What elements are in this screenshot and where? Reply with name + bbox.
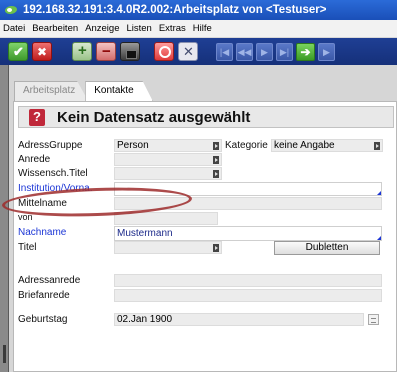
first-record-icon[interactable]: |◀	[216, 42, 233, 61]
dubletten-button[interactable]: Dubletten	[274, 241, 380, 255]
splitter-handle[interactable]	[3, 345, 6, 363]
label-geburtstag: Geburtstag	[18, 314, 68, 325]
adressgruppe-value: Person	[117, 140, 149, 151]
dropdown-arrow-icon	[213, 170, 219, 178]
window-title: 192.168.32.191:3.4.0R2.002:Arbeitsplatz …	[23, 4, 327, 16]
kategorie-select[interactable]: keine Angabe	[271, 139, 383, 152]
label-institution: Institution/Vorna.	[18, 183, 93, 194]
tab-arbeitsplatz[interactable]: Arbeitsplatz	[14, 81, 89, 101]
required-marker-icon	[377, 236, 381, 240]
unknown-person-icon	[29, 108, 45, 126]
tab-kontakte[interactable]: Kontakte	[85, 81, 153, 101]
label-adressanrede: Adressanrede	[18, 275, 81, 286]
dropdown-arrow-icon	[374, 142, 380, 150]
adressgruppe-select[interactable]: Person	[114, 139, 222, 152]
goto-icon[interactable]: ➔	[296, 42, 315, 61]
briefanrede-input[interactable]	[114, 289, 382, 302]
last-record-icon[interactable]: ▶|	[276, 42, 293, 61]
geburtstag-input[interactable]: 02.Jan 1900	[114, 313, 364, 326]
dropdown-arrow-icon	[213, 142, 219, 150]
confirm-icon[interactable]	[8, 42, 28, 61]
required-marker-icon	[377, 191, 381, 195]
label-adressgruppe: AdressGruppe	[18, 140, 83, 151]
next-record-icon[interactable]: ▶	[256, 42, 273, 61]
label-von: von	[18, 212, 33, 222]
adressanrede-input[interactable]	[114, 274, 382, 287]
menu-bar: Datei Bearbeiten Anzeige Listen Extras H…	[0, 20, 397, 38]
record-title: Kein Datensatz ausgewählt	[57, 108, 251, 126]
clear-icon[interactable]	[178, 42, 198, 61]
prev-record-icon[interactable]: ◀◀	[236, 42, 253, 61]
geburtstag-value: 02.Jan 1900	[117, 314, 173, 325]
app-logo-icon	[4, 3, 18, 17]
label-mittelname: Mittelname	[18, 198, 67, 209]
menu-listen[interactable]: Listen	[126, 23, 151, 34]
dropdown-arrow-icon	[213, 244, 219, 252]
nachname-input[interactable]: Mustermann	[114, 226, 382, 241]
label-briefanrede: Briefanrede	[18, 290, 70, 301]
tab-strip: Arbeitsplatz Kontakte	[14, 81, 153, 101]
titel-select[interactable]	[114, 241, 222, 254]
menu-hilfe[interactable]: Hilfe	[193, 23, 212, 34]
lock-icon[interactable]	[120, 42, 140, 61]
kategorie-value: keine Angabe	[274, 140, 335, 151]
dropdown-arrow-icon	[213, 156, 219, 164]
side-splitter[interactable]	[0, 65, 9, 372]
label-titel: Titel	[18, 242, 37, 253]
label-anrede: Anrede	[18, 154, 51, 165]
anrede-select[interactable]	[114, 153, 222, 166]
cancel-icon[interactable]	[32, 42, 52, 61]
toolbar: |◀ ◀◀ ▶ ▶| ➔ ▶	[0, 38, 397, 65]
nav-extra-icon[interactable]: ▶	[318, 42, 335, 61]
search-icon[interactable]	[154, 42, 174, 61]
contact-form-panel: Kein Datensatz ausgewählt AdressGruppe P…	[13, 101, 397, 372]
mittelname-input[interactable]	[114, 197, 382, 210]
calendar-icon[interactable]	[368, 314, 379, 325]
menu-datei[interactable]: Datei	[3, 23, 25, 34]
menu-bearbeiten[interactable]: Bearbeiten	[32, 23, 78, 34]
menu-anzeige[interactable]: Anzeige	[85, 23, 119, 34]
window-titlebar: 192.168.32.191:3.4.0R2.002:Arbeitsplatz …	[0, 0, 397, 20]
content-frame: Arbeitsplatz Kontakte Kein Datensatz aus…	[0, 65, 397, 372]
new-record-icon[interactable]	[72, 42, 92, 61]
label-wissensch-titel: Wissensch.Titel	[18, 168, 88, 179]
nachname-value: Mustermann	[117, 228, 173, 239]
record-header: Kein Datensatz ausgewählt	[18, 106, 394, 128]
label-kategorie: Kategorie	[225, 140, 268, 151]
von-input[interactable]	[114, 212, 218, 225]
delete-record-icon[interactable]	[96, 42, 116, 61]
wissensch-titel-select[interactable]	[114, 167, 222, 180]
institution-input[interactable]	[114, 182, 382, 196]
label-nachname: Nachname	[18, 227, 67, 238]
menu-extras[interactable]: Extras	[159, 23, 186, 34]
